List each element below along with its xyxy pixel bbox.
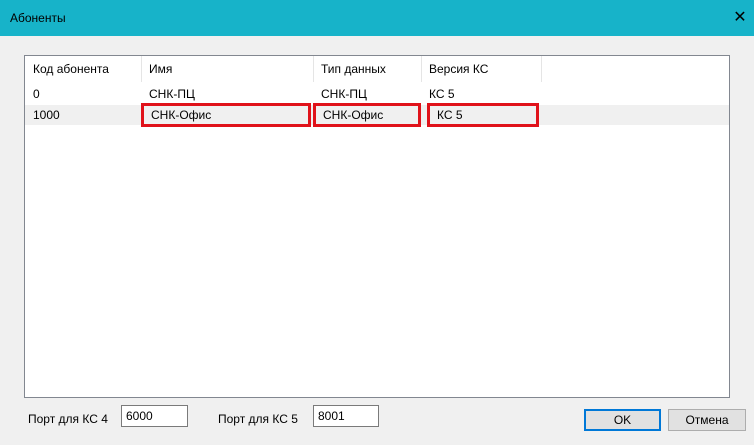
window-title: Абоненты: [10, 11, 66, 25]
cell-data-type-highlighted: СНК-Офис: [313, 103, 421, 127]
cancel-button[interactable]: Отмена: [668, 409, 746, 431]
column-header-code[interactable]: Код абонента: [25, 56, 141, 82]
port-ks4-input[interactable]: 6000: [121, 405, 188, 427]
port-ks5-label: Порт для КС 5: [218, 412, 298, 426]
cell-code: 0: [33, 87, 40, 101]
column-header-ks-version[interactable]: Версия КС: [421, 56, 541, 82]
close-icon[interactable]: ✕: [726, 0, 754, 36]
subscribers-table[interactable]: Код абонента Имя Тип данных Версия КС 0 …: [24, 55, 730, 398]
column-divider[interactable]: [541, 56, 542, 82]
table-row-selected[interactable]: 1000 СНК-Офис СНК-Офис КС 5: [25, 103, 729, 127]
port-ks5-input[interactable]: 8001: [313, 405, 379, 427]
cell-code: 1000: [33, 108, 60, 122]
ok-button[interactable]: OK: [584, 409, 661, 431]
cell-ks-version: КС 5: [429, 87, 455, 101]
cell-name: СНК-ПЦ: [149, 87, 195, 101]
table-row[interactable]: 0 СНК-ПЦ СНК-ПЦ КС 5: [25, 84, 729, 104]
column-header-data-type[interactable]: Тип данных: [313, 56, 421, 82]
cell-name-highlighted: СНК-Офис: [141, 103, 311, 127]
cell-ks-version-highlighted: КС 5: [427, 103, 539, 127]
title-bar: Абоненты ✕: [0, 0, 754, 36]
cell-data-type: СНК-ПЦ: [321, 87, 367, 101]
column-header-name[interactable]: Имя: [141, 56, 313, 82]
port-ks4-label: Порт для КС 4: [28, 412, 108, 426]
